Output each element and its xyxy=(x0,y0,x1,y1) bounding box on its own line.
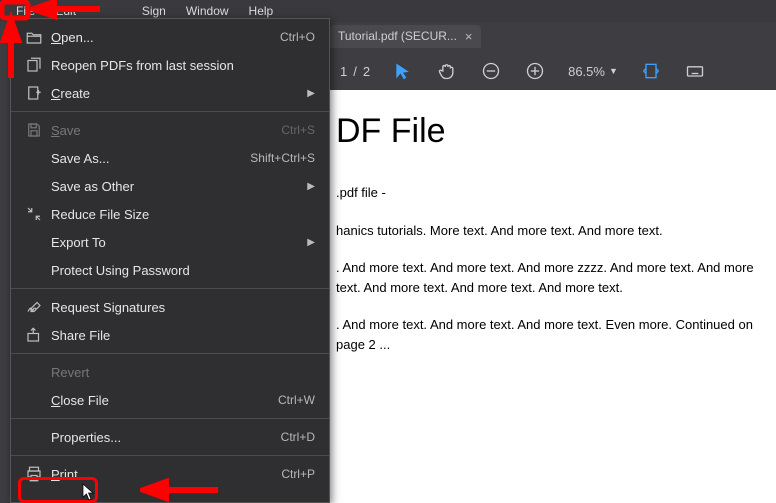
close-tab-icon[interactable]: × xyxy=(465,29,473,44)
toolbar: 1 / 2 86.5% ▼ xyxy=(330,52,776,90)
doc-paragraph: . And more text. And more text. And more… xyxy=(336,258,764,297)
menu-item-shortcut: Shift+Ctrl+S xyxy=(250,151,315,165)
menu-separator xyxy=(11,418,329,419)
menu-separator xyxy=(11,111,329,112)
tab-title: Tutorial.pdf (SECUR... xyxy=(338,29,457,43)
menu-item-shortcut: Ctrl+W xyxy=(278,393,315,407)
folder-open-icon xyxy=(25,28,51,46)
menu-item-label: Reopen PDFs from last session xyxy=(51,58,315,73)
menu-item-label: Create xyxy=(51,86,307,101)
menu-item-label: Save As... xyxy=(51,151,250,166)
menu-item-save: Save Ctrl+S xyxy=(11,116,329,144)
menu-separator xyxy=(11,288,329,289)
menu-item-label: Share File xyxy=(51,328,315,343)
menu-item-share-file[interactable]: Share File xyxy=(11,321,329,349)
menu-item-save-other[interactable]: Save as Other ▶ xyxy=(11,172,329,200)
menu-item-save-as[interactable]: Save As... Shift+Ctrl+S xyxy=(11,144,329,172)
menu-item-label: Open... xyxy=(51,30,280,45)
menu-item-label: Export To xyxy=(51,235,307,250)
menu-item-print[interactable]: Print... Ctrl+P xyxy=(11,460,329,488)
menu-item-reopen[interactable]: Reopen PDFs from last session xyxy=(11,51,329,79)
chevron-right-icon: ▶ xyxy=(307,88,315,99)
menu-item-properties[interactable]: Properties... Ctrl+D xyxy=(11,423,329,451)
menu-item-export-to[interactable]: Export To ▶ xyxy=(11,228,329,256)
menu-item-label: Properties... xyxy=(51,430,281,445)
doc-heading: DF File xyxy=(336,106,764,157)
menu-separator xyxy=(11,455,329,456)
page-total: 2 xyxy=(363,64,370,79)
menu-item-label: Print... xyxy=(51,467,281,482)
menu-item-close-file[interactable]: Close File Ctrl+W xyxy=(11,386,329,414)
fit-width-icon[interactable] xyxy=(640,60,662,82)
reopen-icon xyxy=(25,56,51,74)
cursor-icon xyxy=(82,483,96,501)
share-icon xyxy=(25,326,51,344)
zoom-level[interactable]: 86.5% ▼ xyxy=(568,64,618,79)
menu-item-label: Request Signatures xyxy=(51,300,315,315)
doc-paragraph: .pdf file - xyxy=(336,183,764,203)
selection-tool-icon[interactable] xyxy=(392,60,414,82)
file-menu: Open... Ctrl+O Reopen PDFs from last ses… xyxy=(10,18,330,503)
compress-icon xyxy=(25,205,51,223)
menu-item-revert: Revert xyxy=(11,358,329,386)
page-indicator: 1 / 2 xyxy=(340,64,370,79)
hand-tool-icon[interactable] xyxy=(436,60,458,82)
signature-icon xyxy=(25,298,51,316)
tab-bar: Tutorial.pdf (SECUR... × xyxy=(330,22,776,50)
create-icon xyxy=(25,84,51,102)
zoom-out-icon[interactable] xyxy=(480,60,502,82)
zoom-value: 86.5% xyxy=(568,64,605,79)
print-icon xyxy=(25,465,51,483)
document-viewport: DF File .pdf file - hanics tutorials. Mo… xyxy=(330,90,776,503)
menu-item-label: Revert xyxy=(51,365,315,380)
menu-item-label: Reduce File Size xyxy=(51,207,315,222)
page-current: 1 xyxy=(340,64,347,79)
tab-document[interactable]: Tutorial.pdf (SECUR... × xyxy=(330,25,481,48)
zoom-in-icon[interactable] xyxy=(524,60,546,82)
menu-item-label: Close File xyxy=(51,393,278,408)
chevron-down-icon: ▼ xyxy=(609,66,618,76)
page-sep: / xyxy=(353,64,357,79)
menu-item-shortcut: Ctrl+P xyxy=(281,467,315,481)
keyboard-icon[interactable] xyxy=(684,60,706,82)
chevron-right-icon: ▶ xyxy=(307,181,315,192)
menu-item-label: Protect Using Password xyxy=(51,263,315,278)
menu-item-protect[interactable]: Protect Using Password xyxy=(11,256,329,284)
menu-item-open[interactable]: Open... Ctrl+O xyxy=(11,23,329,51)
menu-item-create[interactable]: Create ▶ xyxy=(11,79,329,107)
menu-item-shortcut: Ctrl+O xyxy=(280,30,315,44)
chevron-right-icon: ▶ xyxy=(307,237,315,248)
menu-item-request-signatures[interactable]: Request Signatures xyxy=(11,293,329,321)
doc-paragraph: hanics tutorials. More text. And more te… xyxy=(336,221,764,241)
menu-item-label: Save as Other xyxy=(51,179,307,194)
menu-item-label: Save xyxy=(51,123,281,138)
menu-item-shortcut: Ctrl+S xyxy=(281,123,315,137)
menu-item-shortcut: Ctrl+D xyxy=(281,430,315,444)
doc-paragraph: . And more text. And more text. And more… xyxy=(336,315,764,354)
menu-separator xyxy=(11,353,329,354)
save-icon xyxy=(25,121,51,139)
menu-item-reduce[interactable]: Reduce File Size xyxy=(11,200,329,228)
